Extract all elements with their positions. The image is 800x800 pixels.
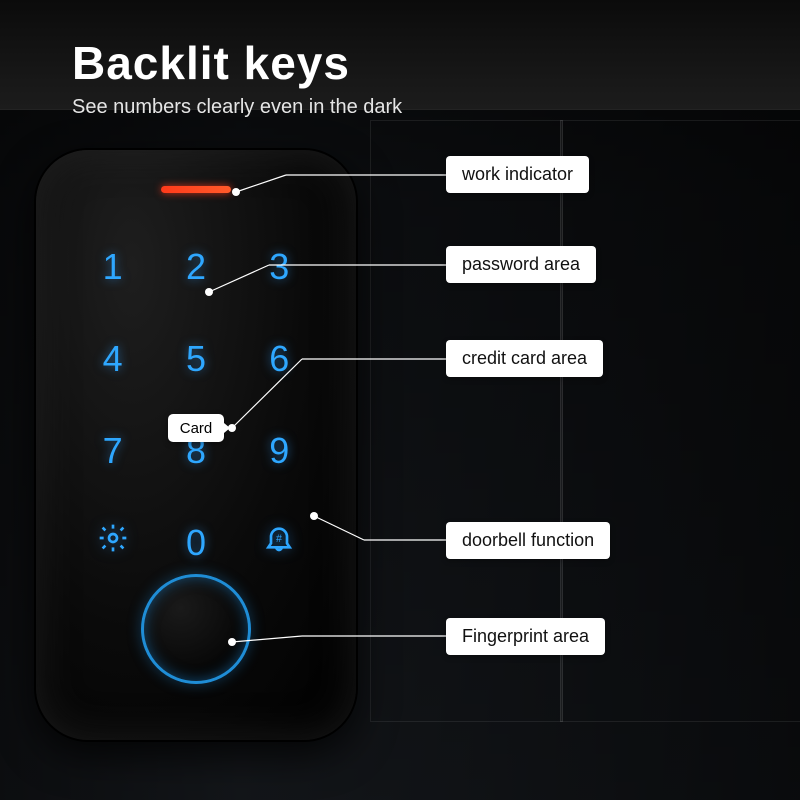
- key-0[interactable]: 0: [169, 516, 222, 570]
- callout-line: [209, 263, 446, 293]
- keypad-device: 1 2 3 4 5 6 7 8 9 0 # Card: [36, 150, 356, 740]
- callout-line: [314, 516, 446, 542]
- callout-label: work indicator: [446, 156, 589, 193]
- fingerprint-sensor[interactable]: [141, 574, 251, 684]
- bell-icon: #: [263, 522, 295, 554]
- page-subtitle: See numbers clearly even in the dark: [72, 96, 402, 119]
- callout-label: password area: [446, 246, 596, 283]
- callout-label: Fingerprint area: [446, 618, 605, 655]
- key-9[interactable]: 9: [253, 424, 306, 478]
- callout-label: credit card area: [446, 340, 603, 377]
- key-4[interactable]: 4: [86, 332, 139, 386]
- callout-label: doorbell function: [446, 522, 610, 559]
- key-7[interactable]: 7: [86, 424, 139, 478]
- callout-line: [236, 173, 446, 193]
- svg-text:#: #: [276, 533, 282, 545]
- card-badge[interactable]: Card: [168, 414, 224, 442]
- gear-icon: [97, 522, 129, 554]
- key-1[interactable]: 1: [86, 240, 139, 294]
- callout-line: [232, 634, 446, 648]
- key-doorbell[interactable]: #: [253, 516, 306, 570]
- key-5[interactable]: 5: [169, 332, 222, 386]
- heading-block: Backlit keys See numbers clearly even in…: [72, 36, 402, 119]
- card-badge-label: Card: [180, 420, 213, 437]
- work-indicator-light: [161, 186, 231, 193]
- callout-line: [232, 357, 446, 429]
- page-title: Backlit keys: [72, 36, 402, 90]
- key-settings[interactable]: [86, 516, 139, 570]
